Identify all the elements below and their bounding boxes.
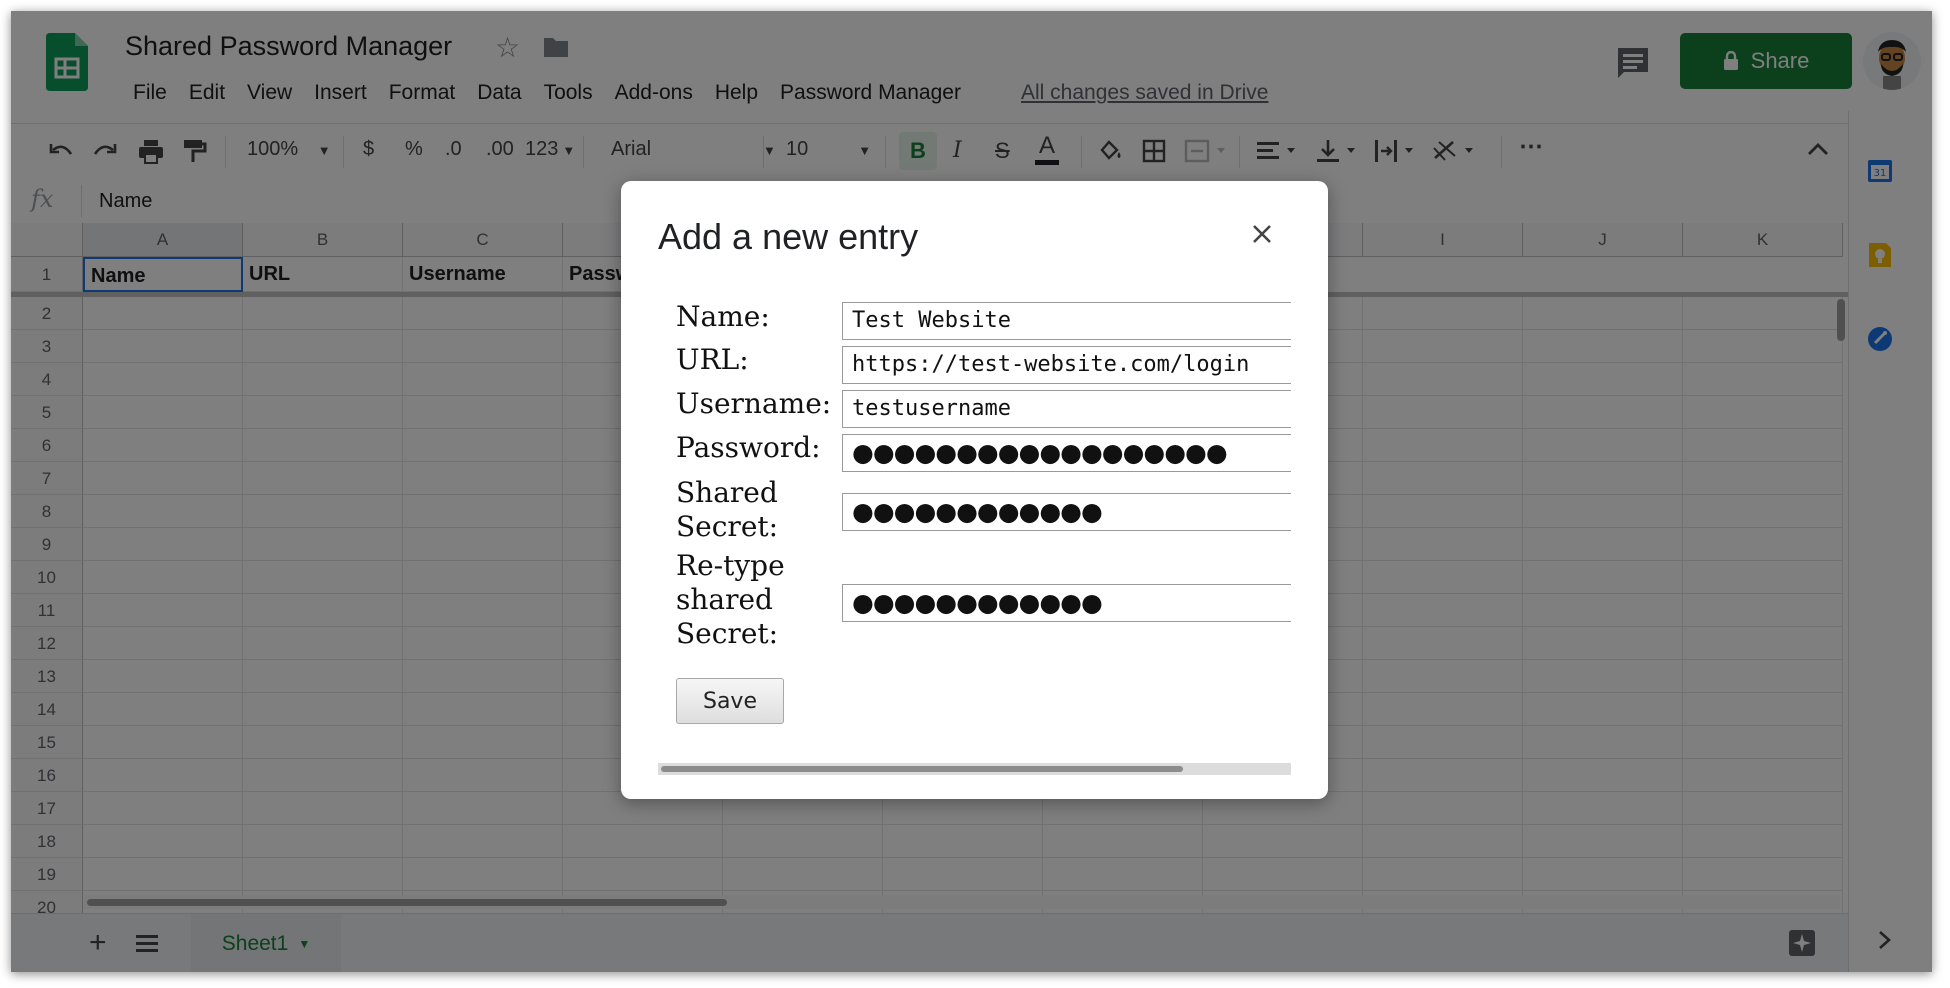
close-icon[interactable] [1251,223,1273,245]
entry-form: Name: Test Website URL: https://test-web… [658,293,1291,663]
username-field[interactable]: testusername [842,390,1291,428]
app-window: Shared Password Manager ☆ File Edit View… [11,11,1932,972]
retype-secret-field[interactable]: ●●●●●●●●●●●● [842,584,1291,622]
password-field[interactable]: ●●●●●●●●●●●●●●●●●● [842,434,1291,472]
shared-secret-label: Shared Secret: [676,476,779,543]
shared-secret-field[interactable]: ●●●●●●●●●●●● [842,493,1291,531]
url-field[interactable]: https://test-website.com/login [842,346,1291,384]
name-label: Name: [676,300,770,333]
dialog-title: Add a new entry [658,216,919,257]
dialog-horizontal-scrollbar[interactable] [661,766,1183,772]
add-entry-dialog: Add a new entry Name: Test Website URL: … [621,181,1328,799]
name-field[interactable]: Test Website [842,302,1291,340]
save-button[interactable]: Save [676,678,784,724]
retype-secret-label: Re-type shared Secret: [676,549,785,650]
password-label: Password: [676,431,821,464]
url-label: URL: [676,343,749,376]
username-label: Username: [676,387,832,420]
